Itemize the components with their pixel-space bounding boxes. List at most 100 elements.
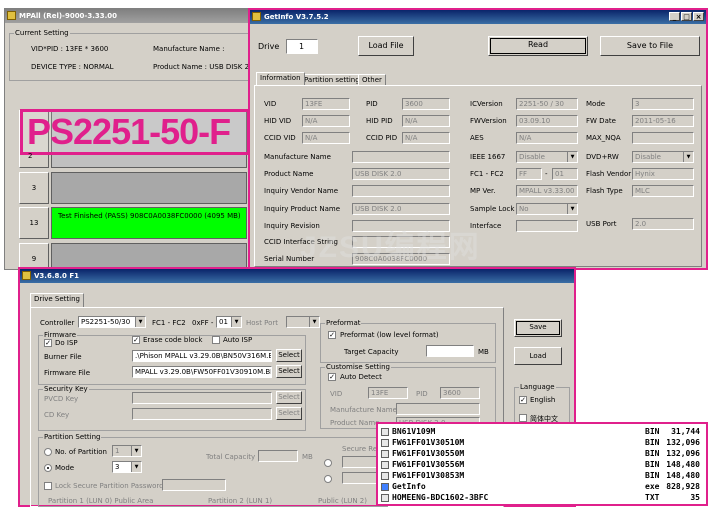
burner-file-field[interactable]: .\Phison MPALL v3.29.0B\BN50V316M.BIN (132, 350, 272, 362)
firmware-file-field[interactable]: MPALL v3.29.0B\FW50FF01V30910M.BIN (132, 366, 272, 378)
chevron-down-icon: ▼ (309, 317, 319, 327)
secure-remark-label: Secure Re (342, 445, 378, 453)
fc2-field: 01 (552, 168, 578, 180)
partition-2-label: Partition 2 (LUN 1) (208, 497, 273, 505)
load-file-button[interactable]: Load File (358, 36, 414, 56)
inquiry-revision-label: Inquiry Revision (264, 222, 320, 230)
file-icon (381, 428, 389, 436)
fwversion-field: 03.09.10 (516, 115, 578, 127)
total-capacity-unit: MB (302, 453, 313, 461)
cd-key-label: CD Key (44, 411, 70, 419)
device-type-text: DEVICE TYPE : NORMAL (31, 63, 114, 71)
no-of-partition-radio[interactable] (44, 448, 52, 456)
max-nqa-label: MAX_NQA (586, 134, 621, 142)
inquiry-product-label: Inquiry Product Name (264, 205, 341, 213)
slot-number: 9 (19, 243, 49, 269)
fw-date-label: FW Date (586, 117, 616, 125)
ieee-1667-label: IEEE 1667 (470, 153, 506, 161)
v3680-title-bar[interactable]: V3.6.8.0 F1 (20, 269, 574, 283)
pvcd-key-field (132, 392, 272, 404)
english-checkbox[interactable]: ✓ (519, 396, 527, 404)
drive-label: Drive (258, 42, 280, 51)
slot-number-label: 3 (31, 184, 37, 192)
load-button[interactable]: Load (514, 347, 562, 365)
tab-other[interactable]: Other (358, 74, 386, 85)
current-setting-label: Current Setting (14, 29, 70, 37)
window-controls: _ □ × (668, 12, 704, 22)
preformat-group: Preformat (320, 319, 496, 363)
fwversion-label: FWVersion (470, 117, 507, 125)
erase-code-block-checkbox[interactable]: ✓ (132, 336, 140, 344)
chevron-down-icon: ▼ (131, 462, 141, 472)
app-icon (7, 11, 16, 20)
slot-number-label: 13 (29, 219, 39, 227)
close-icon[interactable]: × (693, 12, 704, 21)
minimize-icon[interactable]: _ (669, 12, 680, 21)
getinfo-title: GetInfo V3.7.5.2 (264, 13, 329, 21)
preformat-label: Preformat (low level format) (340, 331, 439, 339)
fc1-fc2-label: FC1 - FC2 (470, 170, 504, 178)
maximize-icon[interactable]: □ (681, 12, 692, 21)
slot-number: 3 (19, 172, 49, 204)
ieee-1667-value: Disable (519, 153, 545, 161)
chip-model-text: PS2251-50-F (27, 111, 231, 152)
slot-number-label: 2 (28, 152, 33, 160)
fc-select[interactable]: 01 ▼ (216, 316, 242, 328)
secure-radio-1 (324, 459, 332, 467)
file-list-panel: BN61V109M BIN 31,744 FW61FF01V30510M BIN 132… (376, 422, 708, 506)
mpall-title-bar[interactable]: MPAll (Rel)-9000-3.33.00 (5, 9, 251, 23)
ccid-interface-field (352, 236, 450, 248)
fc-separator: - (545, 170, 548, 178)
tab-drive-setting[interactable]: Drive Setting (30, 293, 84, 307)
do-isp-checkbox[interactable]: ✓ (44, 339, 52, 347)
controller-value: PS2251-50/30 (81, 318, 131, 326)
slot-3-bar (51, 172, 247, 204)
lock-secure-checkbox (44, 482, 52, 490)
auto-detect-checkbox[interactable]: ✓ (328, 373, 336, 381)
sample-lock-value: No (519, 205, 529, 213)
customise-setting-label: Customise Setting (325, 363, 392, 371)
flash-type-label: Flash Type (586, 187, 623, 195)
no-of-partition-value: 1 (115, 447, 120, 455)
controller-select[interactable]: PS2251-50/30 ▼ (78, 316, 146, 328)
mpall-title: MPAll (Rel)-9000-3.33.00 (19, 12, 118, 20)
cd-select-button: Select (276, 407, 302, 420)
manufacture-name-field (352, 151, 450, 163)
read-button[interactable]: Read (488, 36, 588, 56)
manufacture-name-text: Manufacture Name : (153, 45, 225, 53)
host-port-select: ▼ (286, 316, 320, 328)
dvd-rw-select: Disable ▼ (632, 151, 694, 163)
tab-information[interactable]: Information (256, 72, 305, 85)
save-to-file-button[interactable]: Save to File (600, 36, 700, 56)
tab-partition-setting[interactable]: Partition setting (300, 74, 364, 85)
preformat-checkbox[interactable]: ✓ (328, 331, 336, 339)
vid-label: VID (330, 390, 343, 398)
drive-input[interactable]: 1 (286, 39, 318, 54)
getinfo-title-bar[interactable]: GetInfo V3.7.5.2 _ □ × (250, 10, 706, 24)
file-type: TXT (645, 493, 660, 502)
pid-label: PID (416, 390, 428, 398)
do-isp-label: Do ISP (55, 339, 78, 347)
chinese-checkbox[interactable] (519, 414, 527, 422)
hid-vid-field: N/A (302, 115, 350, 127)
aes-label: AES (470, 134, 484, 142)
mode-select[interactable]: 3 ▼ (112, 461, 142, 473)
auto-isp-checkbox[interactable] (212, 336, 220, 344)
pid-field: 3600 (402, 98, 450, 110)
target-capacity-field[interactable] (426, 345, 474, 357)
inquiry-product-field: USB DISK 2.0 (352, 203, 450, 215)
burner-select-button[interactable]: Select (276, 349, 302, 362)
mode-label: Mode (586, 100, 606, 108)
chevron-down-icon: ▼ (231, 317, 241, 327)
total-capacity-field (258, 450, 298, 462)
mode-value: 3 (115, 463, 120, 471)
mode-radio[interactable] (44, 464, 52, 472)
file-row[interactable]: HOMEENG-BDC1602-3BFC TXT 35 (380, 492, 704, 504)
save-button[interactable]: Save (514, 319, 562, 337)
product-name-text: Product Name : USB DISK 2 (153, 63, 250, 71)
target-capacity-unit: MB (478, 348, 489, 356)
firmware-select-button[interactable]: Select (276, 365, 302, 378)
serial-number-label: Serial Number (264, 255, 315, 263)
slot-9-bar (51, 243, 247, 269)
vid-label: VID (264, 100, 277, 108)
